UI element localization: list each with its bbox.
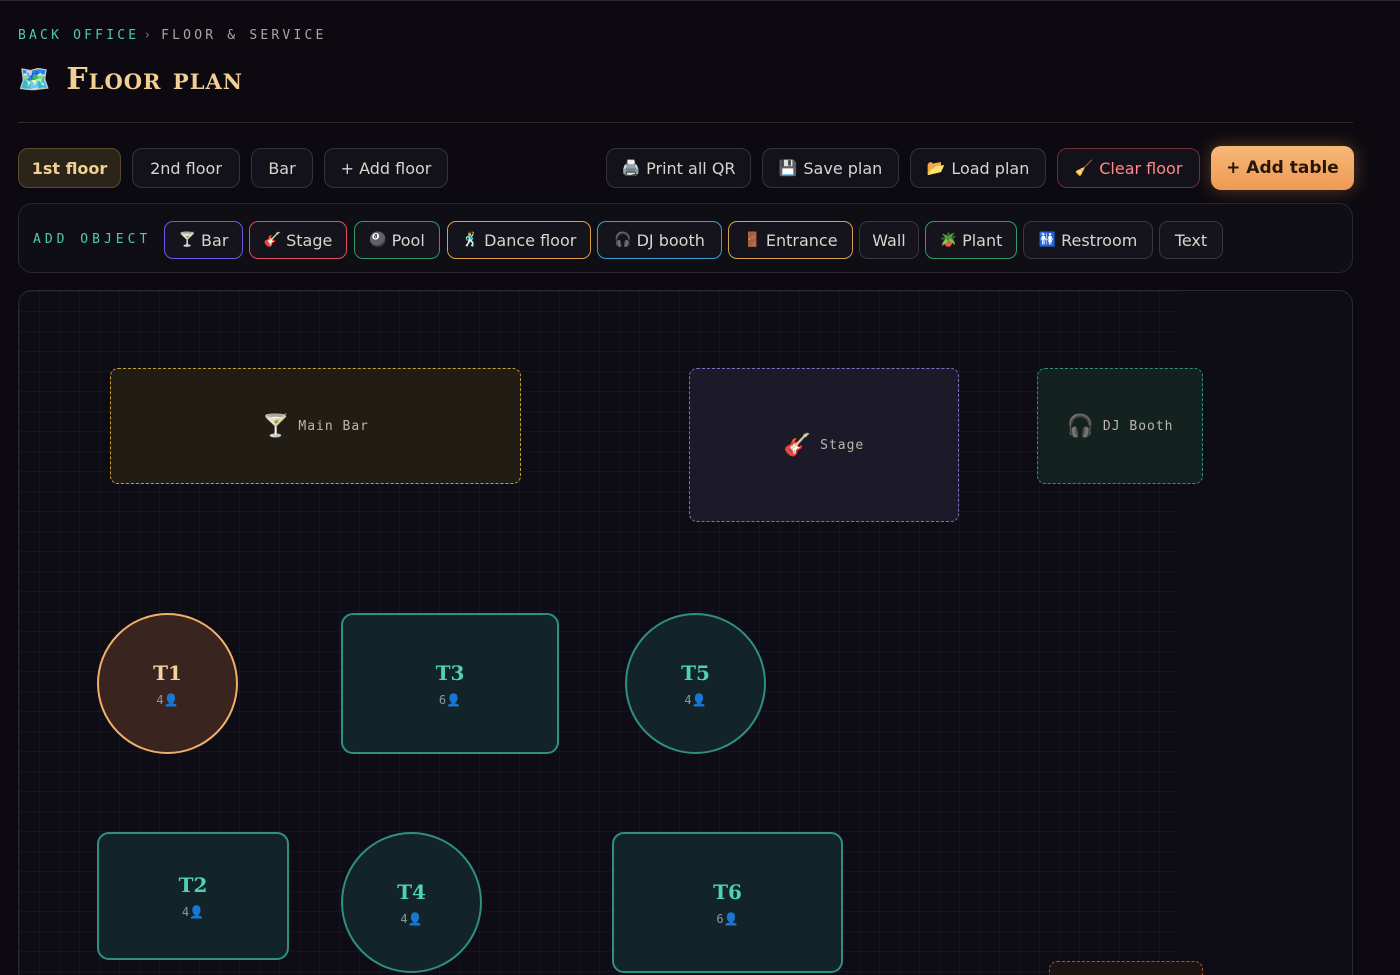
headphones-icon: 🎧 [614,232,632,248]
table-seats: 6👤 [438,692,462,707]
add-bar-button[interactable]: 🍸 Bar [164,221,243,259]
add-dance-floor-label: Dance floor [484,230,577,250]
table-seats: 4👤 [684,692,707,707]
add-wall-label: Wall [872,230,906,250]
table-name: T5 [681,660,710,685]
table-seats: 4👤 [400,911,423,926]
add-restroom-label: Restroom [1061,230,1138,250]
add-bar-label: Bar [201,230,229,250]
top-border [0,0,1400,1]
table-t5[interactable]: T5 4👤 [625,613,766,754]
add-pool-label: Pool [391,230,425,250]
page-title: Floor plan [66,62,243,97]
add-dance-floor-button[interactable]: 🕺 Dance floor [447,221,591,259]
zone-partial[interactable] [1049,961,1203,975]
add-restroom-button[interactable]: 🚻 Restroom [1023,221,1153,259]
table-name: T4 [397,879,426,904]
table-seats: 4👤 [156,692,179,707]
table-t6[interactable]: T6 6👤 [612,832,843,973]
print-all-qr-button[interactable]: 🖨️ Print all QR [606,148,751,188]
table-name: T1 [153,660,182,685]
add-text-button[interactable]: Text [1159,221,1223,259]
add-text-label: Text [1174,230,1208,250]
table-t4[interactable]: T4 4👤 [341,832,482,973]
zone-stage[interactable]: 🎸 Stage [689,368,959,522]
breadcrumb-back-office[interactable]: BACK OFFICE [18,28,139,43]
breadcrumb-current: FLOOR & SERVICE [161,28,327,43]
load-plan-label: Load plan [951,158,1030,178]
title-row: 🗺️ Floor plan [18,62,243,97]
add-dj-booth-label: DJ booth [636,230,705,250]
guitar-icon: 🎸 [263,232,282,248]
map-icon: 🗺️ [18,64,51,94]
breadcrumb-separator: › [143,28,152,43]
add-dj-booth-button[interactable]: 🎧 DJ booth [597,221,722,259]
table-t3[interactable]: T3 6👤 [341,613,559,754]
add-floor-button[interactable]: + Add floor [324,148,448,188]
billiard-ball-icon: 🎱 [369,232,387,248]
broom-icon: 🧹 [1074,159,1094,177]
save-plan-button[interactable]: 💾 Save plan [762,148,899,188]
header-divider [18,122,1353,123]
cocktail-icon: 🍸 [178,232,197,248]
add-plant-button[interactable]: 🪴 Plant [925,221,1017,259]
add-object-bar: ADD OBJECT 🍸 Bar 🎸 Stage 🎱 Pool 🕺 Dance … [18,203,1353,273]
zone-label: DJ Booth [1102,418,1174,434]
tab-2nd-floor[interactable]: 2nd floor [132,148,240,188]
table-t2[interactable]: T2 4👤 [97,832,289,960]
door-icon: 🚪 [743,232,761,248]
add-stage-label: Stage [286,230,333,250]
restroom-icon: 🚻 [1038,232,1057,248]
zone-dj-booth[interactable]: 🎧 DJ Booth [1037,368,1203,484]
table-name: T6 [713,879,742,904]
add-wall-button[interactable]: Wall [859,221,919,259]
zone-main-bar[interactable]: 🍸 Main Bar [110,368,521,484]
folder-icon: 📂 [926,159,946,177]
add-object-label: ADD OBJECT [33,232,152,247]
print-all-qr-label: Print all QR [646,158,736,178]
load-plan-button[interactable]: 📂 Load plan [910,148,1046,188]
guitar-icon: 🎸 [783,432,813,458]
table-seats: 6👤 [716,911,739,926]
clear-floor-button[interactable]: 🧹 Clear floor [1057,148,1200,188]
headphones-icon: 🎧 [1066,413,1095,439]
dancer-icon: 🕺 [461,232,480,248]
table-name: T3 [435,660,465,685]
add-stage-button[interactable]: 🎸 Stage [249,221,347,259]
save-plan-label: Save plan [803,158,883,178]
table-t1[interactable]: T1 4👤 [97,613,238,754]
breadcrumb: BACK OFFICE › FLOOR & SERVICE [18,28,327,43]
printer-icon: 🖨️ [621,159,641,177]
tab-bar[interactable]: Bar [251,148,313,188]
zone-label: Main Bar [298,418,370,434]
floppy-disk-icon: 💾 [778,159,798,177]
add-plant-label: Plant [962,230,1003,250]
add-pool-button[interactable]: 🎱 Pool [354,221,440,259]
add-table-button[interactable]: + Add table [1211,146,1354,190]
plant-icon: 🪴 [939,232,958,248]
floor-plan-canvas[interactable]: 🍸 Main Bar 🎸 Stage 🎧 DJ Booth T1 4👤 T3 6… [18,290,1353,975]
add-entrance-button[interactable]: 🚪 Entrance [728,221,853,259]
cocktail-icon: 🍸 [261,413,291,439]
table-seats: 4👤 [181,905,205,919]
tab-1st-floor[interactable]: 1st floor [18,148,121,188]
table-name: T2 [178,873,208,897]
add-entrance-label: Entrance [765,230,838,250]
zone-label: Stage [820,437,865,453]
clear-floor-label: Clear floor [1099,158,1183,178]
